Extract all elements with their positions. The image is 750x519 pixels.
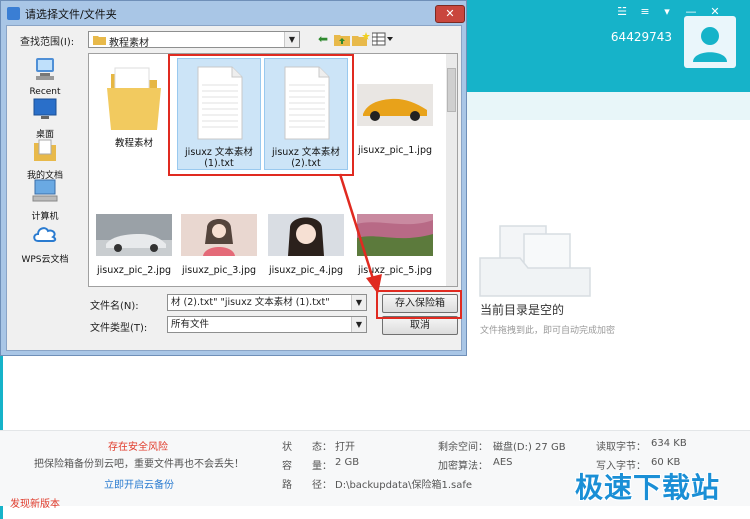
filetype-label: 文件类型(T): — [90, 323, 148, 334]
enable-cloud-backup-link[interactable]: 立即开启云备份 — [104, 476, 174, 491]
desktop-icon — [33, 98, 57, 119]
chevron-down-icon[interactable]: ▼ — [284, 32, 299, 47]
documents-icon — [34, 139, 56, 161]
dialog-title: 请选择文件/文件夹 — [25, 8, 117, 21]
place-desktop[interactable]: 桌面 — [10, 96, 80, 140]
security-warning-title: 存在安全风险 — [108, 442, 168, 453]
algorithm-value: AES — [493, 457, 513, 468]
scrollbar-thumb[interactable] — [447, 68, 456, 112]
watermark: 极速下载站 — [575, 471, 721, 504]
path-label: 路 径： — [282, 480, 332, 491]
message-icon[interactable]: ≡ — [638, 6, 652, 18]
dialog-close-button[interactable]: ✕ — [435, 5, 465, 23]
algorithm-label: 加密算法： — [438, 461, 488, 472]
file-item-pic-3[interactable]: jisuxz_pic_3.jpg — [177, 214, 261, 276]
empty-folder-title: 当前目录是空的 — [480, 303, 565, 317]
filetype-value: 所有文件 — [171, 319, 210, 330]
place-recent[interactable]: Recent — [10, 56, 80, 97]
empty-folder-hint: 文件拖拽到此，即可自动完成加密 — [480, 326, 616, 336]
security-warning-text: 把保险箱备份到云吧，重要文件再也不会丢失！ — [34, 459, 244, 470]
file-name: jisuxz_pic_1.jpg — [357, 145, 432, 156]
file-name: 教程素材 — [114, 138, 153, 149]
place-wps-cloud[interactable]: WPS云文档 — [10, 221, 80, 265]
capacity-value: 2 GB — [335, 457, 360, 468]
computer-icon — [32, 179, 58, 202]
car-image-thumbnail — [96, 214, 172, 256]
cloud-icon — [33, 227, 57, 242]
portrait-image-thumbnail — [181, 214, 257, 256]
recent-icon — [36, 58, 54, 80]
up-folder-icon[interactable] — [333, 32, 351, 47]
place-computer[interactable]: 计算机 — [10, 178, 80, 222]
empty-folder-icon — [479, 225, 591, 297]
annotation-arrow — [338, 173, 382, 294]
capacity-label: 容 量： — [282, 461, 332, 472]
avatar[interactable] — [684, 16, 736, 68]
read-bytes-label: 读取字节： — [596, 442, 646, 453]
file-item-folder[interactable]: 教程素材 — [92, 60, 176, 160]
new-folder-icon[interactable] — [352, 32, 370, 47]
menu-icon[interactable]: ▾ — [660, 6, 674, 18]
read-bytes-value: 634 KB — [651, 438, 687, 449]
path-value: D:\backupdata\保险箱1.safe — [335, 480, 473, 491]
back-icon[interactable]: ⬅ — [314, 32, 332, 47]
file-name: jisuxz_pic_2.jpg — [96, 265, 171, 276]
place-documents[interactable]: 我的文档 — [10, 137, 80, 181]
selection-highlight — [168, 54, 354, 176]
state-label: 状 态： — [282, 442, 332, 453]
free-space-value: 磁盘(D:) 27 GB — [493, 442, 566, 453]
dialog-app-icon — [7, 7, 20, 20]
file-item-pic-2[interactable]: jisuxz_pic_2.jpg — [92, 214, 176, 276]
folder-icon — [93, 36, 106, 45]
user-avatar-icon — [693, 27, 727, 62]
free-space-label: 剩余空间： — [438, 442, 488, 453]
look-in-label: 查找范围(I): — [20, 37, 75, 48]
state-value: 打开 — [335, 442, 355, 453]
skin-icon[interactable]: ☱ — [615, 6, 629, 18]
look-in-value: 教程素材 — [109, 38, 149, 49]
view-menu-icon[interactable] — [371, 32, 395, 47]
file-name: jisuxz_pic_3.jpg — [181, 265, 256, 276]
user-id: 64429743 — [610, 30, 672, 44]
filename-label: 文件名(N): — [90, 301, 139, 312]
folder-icon — [107, 67, 161, 130]
look-in-combo[interactable]: 教程素材 ▼ — [88, 31, 300, 49]
chevron-down-icon[interactable]: ▼ — [351, 317, 366, 332]
place-label: WPS云文档 — [21, 255, 69, 265]
filetype-select[interactable]: 所有文件 ▼ — [167, 316, 367, 333]
car-image-thumbnail — [357, 84, 433, 126]
file-item-pic-1[interactable]: jisuxz_pic_1.jpg — [350, 84, 440, 156]
new-version-link[interactable]: 发现新版本 — [10, 495, 60, 510]
filename-value: 材 (2).txt" "jisuxz 文本素材 (1).txt" — [171, 297, 330, 308]
